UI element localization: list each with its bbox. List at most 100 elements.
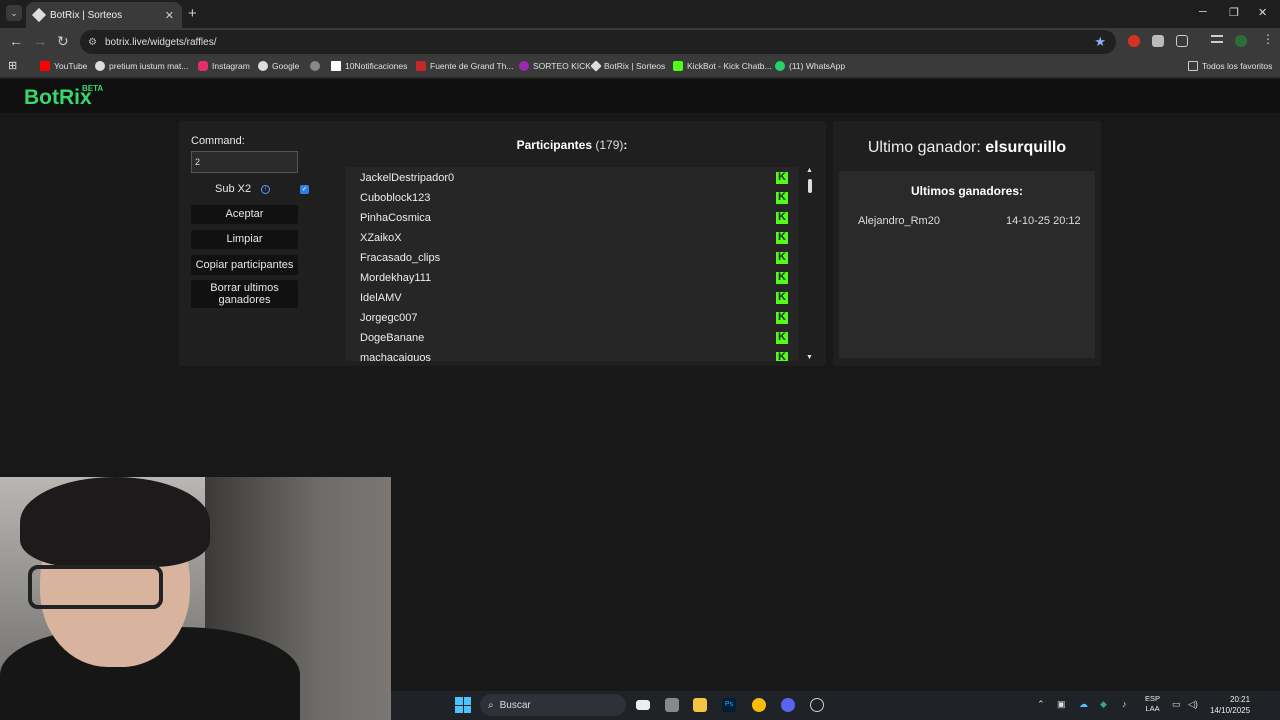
search-icon: ⌕ xyxy=(488,699,494,711)
browser-tabbar: ⌄ BotRix | Sorteos ✕ + ─ ❐ ✕ xyxy=(0,0,1280,28)
bookmark-globe[interactable] xyxy=(310,61,320,71)
discord-icon[interactable] xyxy=(781,698,795,712)
menu-kebab-icon[interactable]: ⋮ xyxy=(1262,32,1274,46)
address-bar[interactable]: ⚙ botrix.live/widgets/raffles/ ★ xyxy=(80,30,1116,54)
new-tab-icon[interactable]: + xyxy=(188,5,197,22)
bookmark-label: pretium iustum mat... xyxy=(109,61,189,71)
list-item: Cuboblock123 xyxy=(360,188,790,208)
extension-icon[interactable] xyxy=(1152,35,1164,47)
bookmark-fuente[interactable]: Fuente de Grand Th... xyxy=(416,61,513,71)
profile-avatar-icon[interactable] xyxy=(1235,35,1247,47)
participants-label: Participantes xyxy=(516,138,592,152)
taskbar: ⌕ Buscar Ps ⌃ ▣ ☁ ◆ ♪ ESP LAA ▭ ◁) 20:21… xyxy=(391,691,1280,720)
sub-x2-label: Sub X2 xyxy=(215,183,252,195)
restore-icon[interactable]: ❐ xyxy=(1229,6,1239,19)
clear-button[interactable]: Limpiar xyxy=(191,230,298,249)
bookmark-sorteo-kick[interactable]: SORTEO KICK xyxy=(519,61,591,71)
sorteo-icon xyxy=(519,61,529,71)
bookmarks-bar: ⊞ YouTube pretium iustum mat... Instagra… xyxy=(0,56,1280,78)
bookmark-whatsapp[interactable]: (11) WhatsApp xyxy=(775,61,845,71)
last-winner-label: Ultimo ganador: xyxy=(867,139,981,156)
app-icon[interactable] xyxy=(665,698,679,712)
site-info-icon[interactable]: ⚙ xyxy=(88,37,97,48)
participant-name: Fracasado_clips xyxy=(360,252,441,264)
google-icon xyxy=(95,61,105,71)
clock[interactable]: 20:21 14/10/2025 xyxy=(1210,694,1250,716)
back-icon[interactable]: ← xyxy=(9,33,23,49)
security-icon[interactable]: ◆ xyxy=(1100,699,1107,710)
list-item: Mordekhay111 xyxy=(360,268,790,288)
microphone-icon[interactable]: ♪ xyxy=(1122,699,1127,709)
site-header: BotRix BETA xyxy=(0,79,1280,113)
onedrive-icon[interactable]: ☁ xyxy=(1079,699,1088,710)
participant-name: Jorgegc007 xyxy=(360,312,418,324)
bookmark-pretium[interactable]: pretium iustum mat... xyxy=(95,61,188,71)
bookmark-google[interactable]: Google xyxy=(258,61,299,71)
raffle-panel: Command: Sub X2 i ✓ Aceptar Limpiar Copi… xyxy=(179,121,826,366)
sub-x2-checkbox[interactable]: ✓ xyxy=(300,185,309,194)
forward-icon[interactable]: → xyxy=(33,33,47,49)
participants-count: (179) xyxy=(595,138,624,152)
command-label: Command: xyxy=(191,135,245,147)
scroll-thumb[interactable] xyxy=(808,179,812,193)
bookmark-instagram[interactable]: Instagram xyxy=(198,61,250,71)
info-icon[interactable]: i xyxy=(261,185,270,194)
network-icon[interactable]: ▭ xyxy=(1172,699,1181,710)
webcam-overlay xyxy=(0,477,391,720)
clock-date: 14/10/2025 xyxy=(1210,706,1251,715)
scroll-up-icon[interactable]: ▲ xyxy=(806,167,813,174)
bookmark-10notificaciones[interactable]: 10Notificaciones xyxy=(331,61,407,71)
close-tab-icon[interactable]: ✕ xyxy=(165,9,174,22)
copy-participants-button[interactable]: Copiar participantes xyxy=(191,255,298,275)
all-bookmarks[interactable]: Todos los favoritos xyxy=(1188,61,1272,71)
windows-start-icon[interactable] xyxy=(455,697,471,713)
recent-winners-title: Ultimos ganadores: xyxy=(910,184,1024,198)
scroll-down-icon[interactable]: ▼ xyxy=(806,354,813,361)
delete-winners-button[interactable]: Borrar ultimos ganadores xyxy=(191,280,298,308)
kick-icon xyxy=(776,171,788,184)
kick-icon xyxy=(776,251,788,264)
tray-app-icon[interactable]: ▣ xyxy=(1057,699,1066,710)
bookmark-botrix[interactable]: BotRix | Sorteos xyxy=(590,60,665,72)
tab-search-icon[interactable]: ⌄ xyxy=(6,5,22,21)
participant-name: IdelAMV xyxy=(360,292,402,304)
participants-colon: : xyxy=(623,138,628,152)
extensions-puzzle-icon[interactable] xyxy=(1176,35,1188,47)
bookmark-youtube[interactable]: YouTube xyxy=(40,61,87,71)
command-input[interactable] xyxy=(191,151,298,173)
participant-name: machacaiguos xyxy=(360,352,431,361)
botrix-icon xyxy=(590,60,602,72)
close-window-icon[interactable]: ✕ xyxy=(1258,6,1267,19)
tab-title: BotRix | Sorteos xyxy=(50,9,123,21)
list-item: machacaiguos xyxy=(360,348,790,361)
webcam-person-glasses xyxy=(28,565,163,609)
apps-grid-icon[interactable]: ⊞ xyxy=(8,59,17,72)
photoshop-icon[interactable]: Ps xyxy=(722,698,736,712)
participant-name: JackelDestripador0 xyxy=(360,172,455,184)
chrome-icon[interactable] xyxy=(752,698,766,712)
language-indicator[interactable]: ESP LAA xyxy=(1145,694,1160,714)
participants-scrollbar[interactable]: ▲ ▼ xyxy=(806,167,814,361)
file-explorer-icon[interactable] xyxy=(693,698,707,712)
lang-layout: LAA xyxy=(1145,704,1160,713)
taskbar-search[interactable]: ⌕ Buscar xyxy=(480,694,626,716)
participants-list[interactable]: JackelDestripador0 Cuboblock123 PinhaCos… xyxy=(346,167,798,361)
extension-red-icon[interactable] xyxy=(1128,35,1140,47)
bookmark-star-icon[interactable]: ★ xyxy=(1094,34,1106,50)
x-icon xyxy=(331,61,341,71)
show-hidden-icons[interactable]: ⌃ xyxy=(1037,699,1045,710)
bookmark-label: (11) WhatsApp xyxy=(789,61,846,71)
obs-icon[interactable] xyxy=(810,698,824,712)
reading-list-icon[interactable] xyxy=(1211,35,1223,43)
bookmark-label: 10Notificaciones xyxy=(345,61,408,71)
task-view-icon[interactable] xyxy=(636,700,650,710)
browser-navbar: ← → ↻ ⚙ botrix.live/widgets/raffles/ ★ ⋮ xyxy=(0,28,1280,56)
volume-icon[interactable]: ◁) xyxy=(1188,699,1198,710)
minimize-icon[interactable]: ─ xyxy=(1199,6,1207,18)
kick-icon xyxy=(776,311,788,324)
kick-icon xyxy=(776,211,788,224)
bookmark-kickbot[interactable]: KickBot - Kick Chatb... xyxy=(673,61,772,71)
reload-icon[interactable]: ↻ xyxy=(57,33,69,50)
browser-tab[interactable]: BotRix | Sorteos ✕ xyxy=(26,2,182,28)
accept-button[interactable]: Aceptar xyxy=(191,205,298,224)
